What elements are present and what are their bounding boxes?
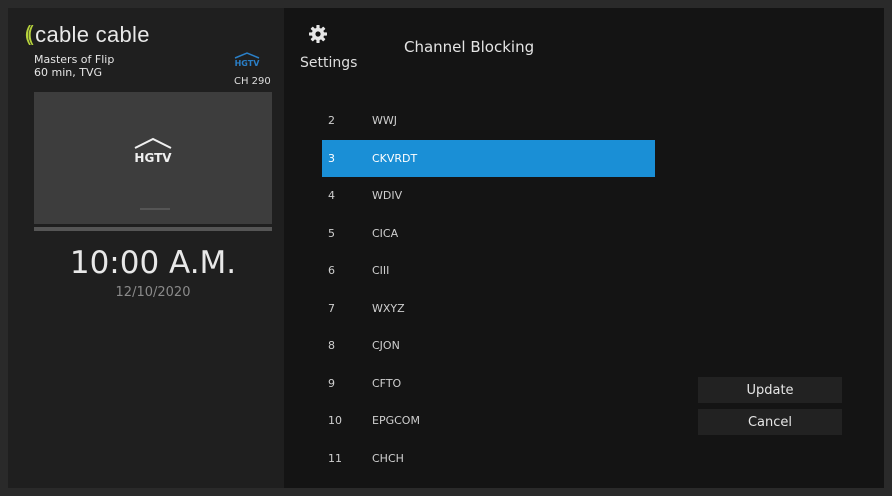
brand-name: cable cable	[35, 22, 150, 47]
channel-row-6[interactable]: 6 CIII	[322, 252, 655, 290]
channel-number: 10	[328, 414, 342, 428]
progress-bar	[34, 227, 272, 231]
channel-number: 2	[328, 114, 335, 128]
cancel-button[interactable]: Cancel	[698, 409, 842, 435]
channel-number: 3	[328, 151, 335, 165]
hgtv-logo-icon: HGTV	[134, 137, 172, 165]
channel-row-3[interactable]: 3 CKVRDT	[322, 139, 655, 177]
channel-name: WDIV	[372, 189, 403, 203]
settings-label: Settings	[300, 55, 358, 71]
clock-date: 12/10/2020	[115, 285, 191, 300]
channel-name: WWJ	[372, 114, 397, 128]
channel-row-11[interactable]: 11 CHCH	[322, 440, 655, 478]
info-panel: (( cable cable Masters of Flip 60 min, T…	[8, 8, 284, 488]
gear-icon	[309, 25, 327, 43]
channel-name: WXYZ	[372, 301, 405, 315]
channel-number: CH 290	[234, 76, 271, 87]
show-meta: 60 min, TVG	[34, 66, 102, 79]
channel-row-2[interactable]: 2 WWJ	[322, 102, 655, 140]
channel-row-7[interactable]: 7 WXYZ	[322, 290, 655, 328]
channel-row-10[interactable]: 10 EPGCOM	[322, 402, 655, 440]
channel-number: 6	[328, 264, 335, 278]
svg-text:HGTV: HGTV	[134, 151, 172, 165]
channel-name: CKVRDT	[372, 151, 418, 165]
channel-name: CFTO	[372, 376, 402, 390]
preview-caption	[140, 208, 170, 210]
hgtv-logo-icon: HGTV	[235, 52, 261, 68]
channel-name: EPGCOM	[372, 414, 420, 428]
channel-name: CHCH	[372, 451, 404, 465]
clock-time: 10:00 A.M.	[69, 245, 237, 281]
channel-list: 2 WWJ 3 CKVRDT 4 WDIV 5 CICA 6 CIII 7 WX…	[322, 102, 655, 477]
channel-name: CIII	[372, 264, 390, 278]
video-preview: HGTV	[34, 92, 272, 224]
channel-number: 5	[328, 226, 335, 240]
svg-text:HGTV: HGTV	[235, 59, 261, 68]
signal-waves-icon: ((	[24, 22, 35, 48]
channel-row-5[interactable]: 5 CICA	[322, 215, 655, 253]
channel-number: 7	[328, 301, 335, 315]
channel-row-4[interactable]: 4 WDIV	[322, 177, 655, 215]
tv-screen: (( cable cable Masters of Flip 60 min, T…	[8, 8, 884, 488]
channel-row-9[interactable]: 9 CFTO	[322, 365, 655, 403]
channel-name: CJON	[372, 339, 400, 353]
channel-number: 11	[328, 451, 342, 465]
update-button[interactable]: Update	[698, 377, 842, 403]
channel-name: CICA	[372, 226, 399, 240]
channel-number: 9	[328, 376, 335, 390]
page-title: Channel Blocking	[404, 38, 535, 56]
channel-number: 4	[328, 189, 335, 203]
channel-number: 8	[328, 339, 335, 353]
channel-row-8[interactable]: 8 CJON	[322, 327, 655, 365]
settings-panel: Settings Channel Blocking 2 WWJ 3 CKVRDT…	[284, 8, 884, 488]
show-title: Masters of Flip	[34, 53, 115, 66]
cable-cable-logo: (( cable cable	[24, 22, 150, 48]
